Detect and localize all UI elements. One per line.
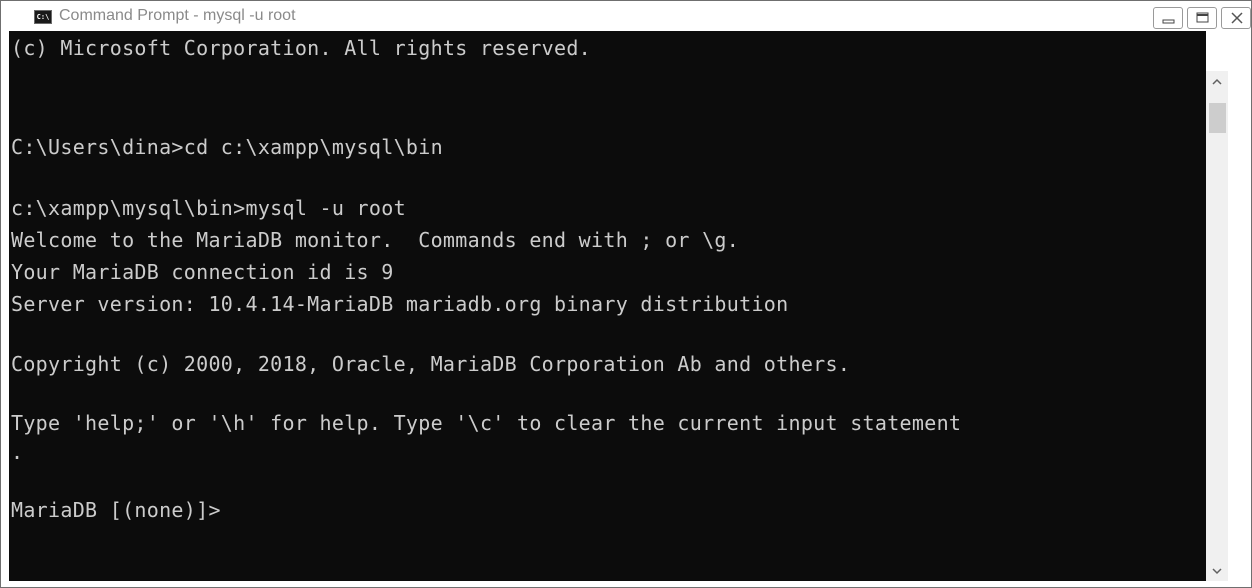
chevron-up-icon (1212, 78, 1222, 85)
chevron-down-icon (1212, 568, 1222, 575)
close-icon (1231, 12, 1243, 24)
window-title: Command Prompt - mysql -u root (59, 7, 296, 24)
title-bar[interactable]: C:\ Command Prompt - mysql -u root (1, 1, 1251, 31)
console-prompt: MariaDB [(none)]> (11, 498, 221, 522)
command-prompt-window: C:\ Command Prompt - mysql -u root (c) M… (0, 0, 1252, 588)
maximize-button[interactable] (1187, 7, 1217, 29)
console-line: Server version: 10.4.14-MariaDB mariadb.… (11, 292, 789, 316)
console-line: Type 'help;' or '\h' for help. Type '\c'… (11, 411, 962, 435)
console-line: (c) Microsoft Corporation. All rights re… (11, 36, 592, 60)
console-line: C:\Users\dina>cd c:\xampp\mysql\bin (11, 135, 443, 159)
window-frame-bottom (1, 581, 1251, 587)
vertical-scrollbar[interactable] (1206, 71, 1228, 581)
console-line: Copyright (c) 2000, 2018, Oracle, MariaD… (11, 352, 851, 376)
minimize-button[interactable] (1153, 7, 1183, 29)
close-button[interactable] (1221, 7, 1251, 29)
scroll-thumb[interactable] (1209, 103, 1226, 133)
scroll-down-button[interactable] (1206, 561, 1228, 581)
console-line: Welcome to the MariaDB monitor. Commands… (11, 228, 740, 252)
console-output[interactable]: (c) Microsoft Corporation. All rights re… (9, 31, 1206, 581)
console-line: c:\xampp\mysql\bin>mysql -u root (11, 196, 406, 220)
console-line: Your MariaDB connection id is 9 (11, 260, 394, 284)
maximize-icon (1196, 12, 1209, 23)
window-frame-right (1228, 31, 1251, 587)
console-app-icon[interactable]: C:\ (34, 10, 52, 24)
scroll-up-button[interactable] (1206, 71, 1228, 91)
minimize-icon (1162, 19, 1175, 24)
console-line: . (11, 440, 24, 464)
